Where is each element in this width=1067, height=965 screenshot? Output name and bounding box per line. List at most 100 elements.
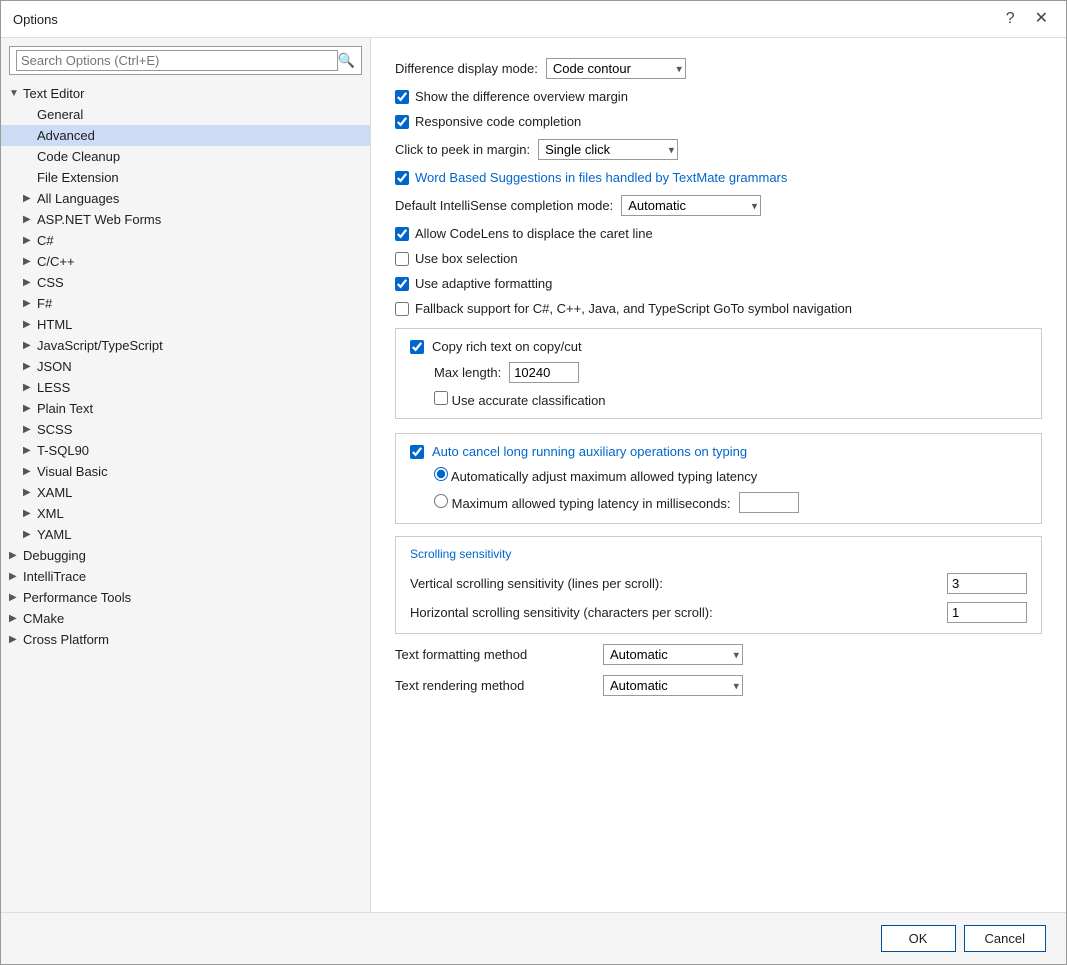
use-accurate-text: Use accurate classification [452,393,606,408]
tree-item-cmake[interactable]: ▶ CMake [1,608,370,629]
max-allowed-radio[interactable] [434,494,448,508]
arrow-tsql: ▶ [23,445,37,456]
box-selection-checkbox[interactable] [395,252,409,266]
label-xml: XML [37,506,364,521]
tree-item-debugging[interactable]: ▶ Debugging [1,545,370,566]
tree-item-less[interactable]: ▶ LESS [1,377,370,398]
max-length-row: Max length: 10240 [410,362,1027,383]
show-difference-checkbox[interactable] [395,90,409,104]
tree-item-cross-platform[interactable]: ▶ Cross Platform [1,629,370,650]
tree-item-csharp[interactable]: ▶ C# [1,230,370,251]
search-icon: 🔍 [338,52,355,69]
codelens-label: Allow CodeLens to displace the caret lin… [395,226,653,241]
dialog-title: Options [13,12,58,27]
tree-item-text-editor[interactable]: ▼ Text Editor [1,83,370,104]
dialog-footer: OK Cancel [1,912,1066,964]
label-json: JSON [37,359,364,374]
fallback-support-checkbox[interactable] [395,302,409,316]
click-to-peek-select[interactable]: Single click Double click [538,139,678,160]
tree-item-cpp[interactable]: ▶ C/C++ [1,251,370,272]
label-cpp: C/C++ [37,254,364,269]
tree-item-json[interactable]: ▶ JSON [1,356,370,377]
arrow-all-languages: ▶ [23,193,37,204]
label-cross-platform: Cross Platform [23,632,364,647]
arrow-vb: ▶ [23,466,37,477]
tree-item-xaml[interactable]: ▶ XAML [1,482,370,503]
vertical-scrolling-input[interactable]: 3 [947,573,1027,594]
difference-display-select-wrapper[interactable]: Code contour None Full [546,58,686,79]
copy-rich-text-section: Copy rich text on copy/cut Max length: 1… [395,328,1042,419]
codelens-checkbox[interactable] [395,227,409,241]
tree-item-general[interactable]: General [1,104,370,125]
tree-item-xml[interactable]: ▶ XML [1,503,370,524]
options-dialog: Options ? ✕ 🔍 ▼ Text Editor General [0,0,1067,965]
arrow-cmake: ▶ [9,613,23,624]
label-performance-tools: Performance Tools [23,590,364,605]
cancel-button[interactable]: Cancel [964,925,1046,952]
arrow-file-extension [23,172,37,183]
tree-item-file-extension[interactable]: File Extension [1,167,370,188]
max-allowed-input[interactable] [739,492,799,513]
close-button[interactable]: ✕ [1029,9,1054,29]
label-file-extension: File Extension [37,170,364,185]
copy-rich-text-checkbox[interactable] [410,340,424,354]
adaptive-formatting-checkbox[interactable] [395,277,409,291]
text-rendering-row: Text rendering method Automatic Manual [395,675,1042,696]
auto-cancel-text: Auto cancel long running auxiliary opera… [432,444,747,459]
label-yaml: YAML [37,527,364,542]
tree-item-performance-tools[interactable]: ▶ Performance Tools [1,587,370,608]
tree-item-intellitrace[interactable]: ▶ IntelliTrace [1,566,370,587]
arrow-plain-text: ▶ [23,403,37,414]
arrow-json: ▶ [23,361,37,372]
search-input[interactable] [16,50,338,71]
tree-item-css[interactable]: ▶ CSS [1,272,370,293]
text-formatting-select-wrapper[interactable]: Automatic Manual [603,644,743,665]
horizontal-scrolling-input[interactable]: 1 [947,602,1027,623]
tree-item-html[interactable]: ▶ HTML [1,314,370,335]
tree-item-plain-text[interactable]: ▶ Plain Text [1,398,370,419]
text-formatting-select[interactable]: Automatic Manual [603,644,743,665]
tree-item-js-ts[interactable]: ▶ JavaScript/TypeScript [1,335,370,356]
intellisense-select[interactable]: Automatic Manual None [621,195,761,216]
label-less: LESS [37,380,364,395]
ok-button[interactable]: OK [881,925,956,952]
auto-adjust-row: Automatically adjust maximum allowed typ… [410,467,1027,484]
tree-item-tsql[interactable]: ▶ T-SQL90 [1,440,370,461]
tree-item-advanced[interactable]: Advanced [1,125,370,146]
tree-item-vb[interactable]: ▶ Visual Basic [1,461,370,482]
tree-item-code-cleanup[interactable]: Code Cleanup [1,146,370,167]
max-allowed-text: Maximum allowed typing latency in millis… [452,496,731,511]
search-box[interactable]: 🔍 [9,46,362,75]
arrow-general [23,109,37,120]
intellisense-select-wrapper[interactable]: Automatic Manual None [621,195,761,216]
fallback-support-row: Fallback support for C#, C++, Java, and … [395,301,1042,316]
tree-item-scss[interactable]: ▶ SCSS [1,419,370,440]
tree-item-all-languages[interactable]: ▶ All Languages [1,188,370,209]
tree-item-yaml[interactable]: ▶ YAML [1,524,370,545]
fallback-support-label: Fallback support for C#, C++, Java, and … [395,301,852,316]
use-accurate-checkbox[interactable] [434,391,448,405]
text-rendering-select-wrapper[interactable]: Automatic Manual [603,675,743,696]
auto-cancel-checkbox[interactable] [410,445,424,459]
horizontal-scrolling-row: Horizontal scrolling sensitivity (charac… [410,602,1027,623]
click-to-peek-select-wrapper[interactable]: Single click Double click [538,139,678,160]
tree-item-aspnet[interactable]: ▶ ASP.NET Web Forms [1,209,370,230]
auto-adjust-radio[interactable] [434,467,448,481]
title-bar-right: ? ✕ [1000,9,1054,29]
box-selection-row: Use box selection [395,251,1042,266]
text-rendering-select[interactable]: Automatic Manual [603,675,743,696]
label-csharp: C# [37,233,364,248]
responsive-code-checkbox[interactable] [395,115,409,129]
word-based-checkbox[interactable] [395,171,409,185]
label-tsql: T-SQL90 [37,443,364,458]
max-length-input[interactable]: 10240 [509,362,579,383]
fallback-support-text: Fallback support for C#, C++, Java, and … [415,301,852,316]
label-cmake: CMake [23,611,364,626]
difference-display-select[interactable]: Code contour None Full [546,58,686,79]
label-js-ts: JavaScript/TypeScript [37,338,364,353]
tree-item-fsharp[interactable]: ▶ F# [1,293,370,314]
help-button[interactable]: ? [1000,9,1021,29]
arrow-fsharp: ▶ [23,298,37,309]
horizontal-scrolling-label: Horizontal scrolling sensitivity (charac… [410,605,939,620]
label-intellitrace: IntelliTrace [23,569,364,584]
